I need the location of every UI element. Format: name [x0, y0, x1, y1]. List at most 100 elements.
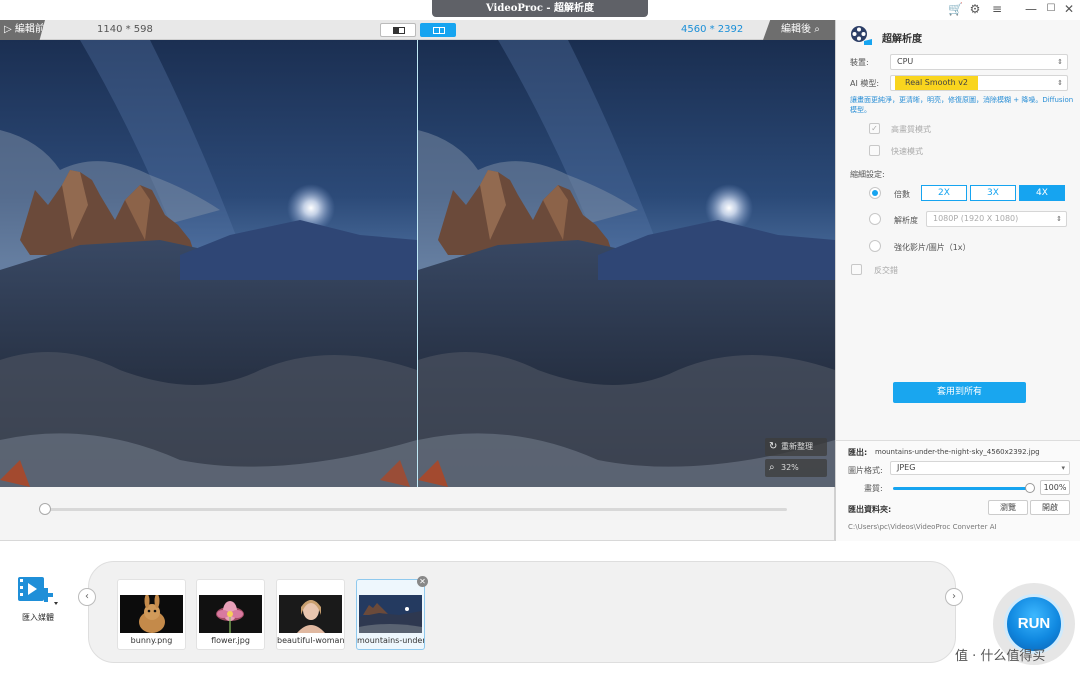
device-select[interactable]: CPU ⇕	[890, 54, 1068, 70]
select-arrow-icon: ⇕	[1056, 215, 1062, 223]
import-media-label: 匯入媒體	[22, 613, 54, 622]
before-preview	[0, 40, 417, 487]
refresh-icon: ↻	[769, 441, 778, 452]
enhance-radio[interactable]	[869, 240, 881, 252]
menu-icon[interactable]: ≡	[990, 2, 1004, 16]
multiple-label: 倍數	[894, 190, 910, 199]
progress-knob[interactable]	[39, 503, 51, 515]
before-label: 編輯前	[14, 24, 45, 35]
zoom-search-icon: ⌕	[814, 24, 820, 35]
enhance-label: 強化影片/圖片（1x）	[894, 243, 971, 252]
fast-mode-label: 快速模式	[891, 147, 923, 156]
after-resolution: 4560 * 2392	[681, 24, 744, 35]
deinterlace-label: 反交錯	[874, 266, 898, 275]
scroll-left-button[interactable]: ‹	[78, 588, 96, 606]
media-item-name: mountains-under-	[357, 636, 424, 645]
reorganize-button[interactable]: ↻ 重新整理	[765, 438, 827, 456]
before-resolution: 1140 * 598	[97, 24, 153, 35]
media-bar: 匯入媒體 ‹ › bunny.png flower.jpg beautiful-…	[0, 541, 1080, 678]
quality-slider-knob[interactable]	[1025, 483, 1035, 493]
compare-header: ▷ 編輯前 1140 * 598 4560 * 2392 編輯後 ⌕	[0, 20, 835, 40]
settings-panel: 超解析度 裝置: CPU ⇕ AI 模型: Real Smooth v2 ⇕ 讓…	[835, 20, 1080, 541]
remove-item-icon[interactable]: ✕	[417, 576, 428, 587]
model-value: Real Smooth v2	[895, 76, 979, 90]
format-label: 圖片格式:	[848, 466, 883, 475]
select-arrow-icon: ⇕	[1057, 79, 1063, 87]
import-media-icon	[18, 577, 58, 605]
split-view-icon	[393, 27, 405, 34]
export-section: 匯出: mountains-under-the-night-sky_4560x2…	[836, 440, 1080, 541]
apply-to-all-button[interactable]: 套用到所有	[893, 382, 1026, 403]
multiple-radio[interactable]	[869, 187, 881, 199]
window-title: VideoProc - 超解析度	[432, 0, 648, 17]
mountain-night-image-upscaled	[418, 40, 835, 487]
media-item[interactable]: bunny.png	[117, 579, 186, 650]
after-tag[interactable]: 編輯後 ⌕	[763, 20, 835, 40]
panel-title: 超解析度	[882, 34, 922, 45]
quality-slider-track[interactable]	[893, 487, 1030, 490]
folder-label: 匯出資料夾:	[848, 505, 892, 514]
gear-icon[interactable]: ⚙	[968, 2, 982, 16]
before-tag[interactable]: ▷ 編輯前	[0, 20, 45, 40]
quality-label: 畫質:	[864, 484, 883, 493]
fast-mode-checkbox[interactable]	[869, 145, 880, 156]
output-filename: mountains-under-the-night-sky_4560x2392.…	[875, 448, 1040, 456]
close-icon[interactable]: ✕	[1062, 2, 1076, 16]
device-value: CPU	[897, 57, 914, 66]
split-view-button[interactable]	[380, 23, 416, 37]
reorganize-label: 重新整理	[781, 442, 813, 451]
thumbnail-image	[359, 595, 422, 633]
zoom-value: 32%	[781, 463, 799, 472]
hq-mode-checkbox[interactable]: ✓	[869, 123, 880, 134]
scale-settings-label: 縮細設定:	[850, 170, 885, 179]
thumbnail-image	[279, 595, 342, 633]
resolution-select[interactable]: 1080P (1920 X 1080) ⇕	[926, 211, 1067, 227]
scale-option-2x[interactable]: 2X	[921, 185, 967, 201]
browse-button[interactable]: 瀏覽	[988, 500, 1028, 515]
select-arrow-icon: ⇕	[1057, 58, 1063, 66]
media-item-name: bunny.png	[130, 636, 173, 645]
folder-path: C:\Users\pc\Videos\VideoProc Converter A…	[848, 523, 997, 531]
scale-option-4x[interactable]: 4X	[1019, 185, 1065, 201]
media-item[interactable]: flower.jpg	[196, 579, 265, 650]
resolution-radio[interactable]	[869, 213, 881, 225]
app-window: VideoProc - 超解析度 🛒 ⚙ ≡ — ☐ ✕ ▷ 編輯前 1140 …	[0, 0, 1080, 678]
scroll-right-button[interactable]: ›	[945, 588, 963, 606]
film-reel-icon	[851, 26, 872, 45]
side-by-side-icon	[433, 27, 445, 34]
quality-value[interactable]: 100%	[1040, 480, 1070, 495]
side-by-side-view-button[interactable]	[420, 23, 456, 37]
media-item-name: flower.jpg	[211, 636, 250, 645]
hq-mode-label: 高畫質模式	[891, 125, 931, 134]
media-item-name: beautiful-woman-	[277, 636, 344, 645]
deinterlace-checkbox[interactable]	[851, 264, 862, 275]
after-label: 編輯後	[781, 24, 811, 35]
output-label: 匯出:	[848, 448, 868, 457]
zoom-indicator[interactable]: ⌕ 32%	[765, 459, 827, 477]
open-folder-button[interactable]: 開啟	[1030, 500, 1070, 515]
model-select[interactable]: Real Smooth v2 ⇕	[890, 75, 1068, 91]
thumbnail-image	[120, 595, 183, 633]
magnifier-icon: ⌕	[769, 462, 775, 473]
thumbnail-image	[199, 595, 262, 633]
watermark: 值 · 什么值得买	[955, 649, 1046, 664]
mountain-night-image	[0, 40, 417, 487]
scale-option-3x[interactable]: 3X	[970, 185, 1016, 201]
title-bar: VideoProc - 超解析度 🛒 ⚙ ≡ — ☐ ✕	[0, 0, 1080, 20]
resolution-value: 1080P (1920 X 1080)	[933, 214, 1019, 223]
cart-icon[interactable]: 🛒	[948, 2, 963, 16]
media-item-selected[interactable]: ✕ mountains-under-	[356, 576, 428, 650]
play-icon: ▷	[4, 24, 12, 35]
import-media-button[interactable]: 匯入媒體	[12, 574, 64, 624]
format-select[interactable]: JPEG ▾	[890, 461, 1070, 475]
model-label: AI 模型:	[850, 79, 880, 88]
device-label: 裝置:	[850, 58, 869, 67]
resolution-label: 解析度	[894, 216, 918, 225]
timeline-area	[0, 487, 835, 541]
maximize-icon[interactable]: ☐	[1044, 2, 1058, 16]
preview-area[interactable]: ↻ 重新整理 ⌕ 32%	[0, 40, 835, 487]
model-hint: 讓畫面更純淨，更清晰，明亮，修復原圖，消除模糊 + 降噪。Diffusion 模…	[850, 96, 1074, 114]
media-item[interactable]: beautiful-woman-	[276, 579, 345, 650]
progress-track[interactable]	[45, 508, 787, 511]
minimize-icon[interactable]: —	[1024, 2, 1038, 16]
